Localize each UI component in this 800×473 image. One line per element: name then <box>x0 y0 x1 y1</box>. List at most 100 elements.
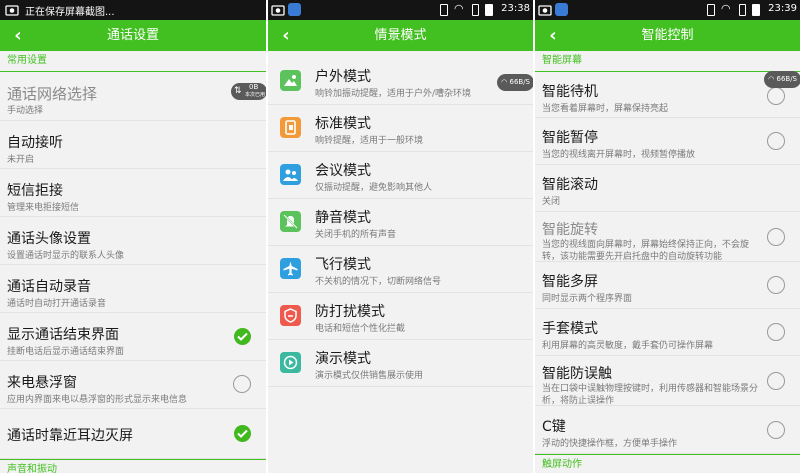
app-bar: 通话设置 ‹ <box>0 20 266 51</box>
mode-subtitle: 仅振动提醒，避免影响其他人 <box>315 183 433 193</box>
setting-row-smart-standby[interactable]: 智能待机 当您看着屏幕时，屏幕保持亮起 ◠ 66B/S <box>535 71 800 118</box>
app-notification-icon <box>555 3 568 16</box>
row-title: 自动接听 <box>7 135 63 151</box>
standard-icon <box>280 117 301 138</box>
mode-row-outdoor[interactable]: 户外模式 响铃加振动提醒，适用于户外/嘈杂环境 ◠ 66B/S <box>268 58 533 105</box>
toast-value: 66B/S <box>776 75 797 83</box>
row-title: 显示通话结束界面 <box>7 327 119 343</box>
mode-title: 户外模式 <box>315 69 371 85</box>
checkbox-checked[interactable] <box>234 328 251 345</box>
status-bar: ◠ 23:38 <box>268 0 533 20</box>
mode-title: 标准模式 <box>315 116 371 132</box>
row-subtitle: 设置通话时显示的联系人头像 <box>7 251 125 261</box>
checkbox-checked[interactable] <box>234 425 251 442</box>
mode-row-airplane[interactable]: 飞行模式 不关机的情况下，切断网络信号 <box>268 246 533 293</box>
row-subtitle-line2: 析，将防止误操作 <box>542 396 615 406</box>
row-subtitle-line2: 转，该功能需要先开启托盘中的自动旋转功能 <box>542 252 723 262</box>
setting-row-sms-reject[interactable]: 短信拒接 管理来电拒接短信 <box>0 169 266 217</box>
mode-subtitle: 响铃提醒，适用于一般环境 <box>315 136 424 146</box>
row-title: 智能暂停 <box>542 130 598 146</box>
status-time: 23:38 <box>501 3 530 14</box>
row-subtitle: 当您看着屏幕时，屏幕保持亮起 <box>542 104 669 114</box>
app-bar: 情景模式 ‹ <box>268 20 533 51</box>
scene-mode-panel: ◠ 23:38 情景模式 ‹ 户外模式 响铃加振动提醒，适用于户外/嘈杂环境 ◠… <box>268 0 533 473</box>
setting-row-smart-rotate[interactable]: 智能旋转 当您的视线面向屏幕时，屏幕始终保持正向，不会旋 转，该功能需要先开启托… <box>535 212 800 262</box>
traffic-toast: ⇅ 0B 本次已用 <box>231 83 266 100</box>
checkbox-unchecked[interactable] <box>767 87 785 105</box>
checkbox-unchecked[interactable] <box>767 276 785 294</box>
checkbox-unchecked[interactable] <box>233 375 251 393</box>
row-title: 智能多屏 <box>542 274 598 290</box>
page-title: 智能控制 <box>641 28 694 43</box>
checkbox-unchecked[interactable] <box>767 228 785 246</box>
setting-row-glove-mode[interactable]: 手套模式 利用屏幕的高灵敏度，戴手套仍可操作屏幕 <box>535 309 800 356</box>
setting-row-end-screen[interactable]: 显示通话结束界面 挂断电话后显示通话结束界面 <box>0 313 266 361</box>
row-title: 通话自动录音 <box>7 279 91 295</box>
airplane-icon <box>280 258 301 279</box>
row-title: 通话时靠近耳边灭屏 <box>7 428 133 444</box>
setting-row-auto-answer[interactable]: 自动接听 未开启 <box>0 121 266 169</box>
screenshot-stage: 正在保存屏幕截图... 通话设置 ‹ 常用设置 通话网络选择 手动选择 ⇅ 0B… <box>0 0 800 473</box>
sim-card-icon <box>739 4 746 16</box>
row-title: 短信拒接 <box>7 183 63 199</box>
toast-value: 66B/S <box>509 78 530 86</box>
battery-icon <box>485 4 493 16</box>
speed-toast: ◠ 66B/S <box>764 71 800 88</box>
mode-subtitle: 关闭手机的所有声音 <box>315 230 397 240</box>
call-settings-panel: 正在保存屏幕截图... 通话设置 ‹ 常用设置 通话网络选择 手动选择 ⇅ 0B… <box>0 0 266 473</box>
setting-row-smart-scroll[interactable]: 智能滚动 关闭 <box>535 165 800 212</box>
checkbox-unchecked[interactable] <box>767 421 785 439</box>
row-subtitle: 同时显示两个程序界面 <box>542 294 633 304</box>
screenshot-icon <box>538 5 552 16</box>
back-arrow-icon[interactable]: ‹ <box>272 20 300 51</box>
checkbox-unchecked[interactable] <box>767 323 785 341</box>
mode-title: 静音模式 <box>315 210 371 226</box>
setting-row-c-key[interactable]: C键 浮动的快捷操作框，方便单手操作 <box>535 406 800 454</box>
setting-row-network[interactable]: 通话网络选择 手动选择 ⇅ 0B 本次已用 <box>0 72 266 121</box>
setting-row-multi-screen[interactable]: 智能多屏 同时显示两个程序界面 <box>535 262 800 309</box>
app-bar: 智能控制 ‹ <box>535 20 800 51</box>
wifi-icon: ◠ <box>454 2 464 15</box>
battery-icon <box>752 4 760 16</box>
mode-subtitle: 不关机的情况下，切断网络信号 <box>315 277 442 287</box>
mode-row-meeting[interactable]: 会议模式 仅振动提醒，避免影响其他人 <box>268 152 533 199</box>
row-subtitle: 通话时自动打开通话录音 <box>7 299 107 309</box>
checkbox-unchecked[interactable] <box>767 372 785 390</box>
row-title: 手套模式 <box>542 321 598 337</box>
setting-row-smart-pause[interactable]: 智能暂停 当您的视线离开屏幕时，视频暂停播放 <box>535 118 800 165</box>
status-time: 23:39 <box>768 3 797 14</box>
back-arrow-icon[interactable]: ‹ <box>4 20 32 51</box>
setting-row-float-window[interactable]: 来电悬浮窗 应用内界面来电以悬浮窗的形式显示来电信息 <box>0 361 266 409</box>
silent-icon <box>280 211 301 232</box>
section-header-sound: 声音和振动 <box>0 459 266 473</box>
screenshot-icon <box>271 5 285 16</box>
mode-row-no-disturb[interactable]: 防打扰模式 电话和短信个性化拦截 <box>268 293 533 340</box>
row-subtitle: 手动选择 <box>7 106 44 116</box>
setting-row-anti-mistouch[interactable]: 智能防误触 当在口袋中误触物理按键时，利用传感器和智能场景分 析，将防止误操作 <box>535 356 800 406</box>
checkbox-unchecked[interactable] <box>767 132 785 150</box>
mode-row-silent[interactable]: 静音模式 关闭手机的所有声音 <box>268 199 533 246</box>
mode-title: 会议模式 <box>315 163 371 179</box>
row-subtitle: 浮动的快捷操作框，方便单手操作 <box>542 439 678 449</box>
row-subtitle: 关闭 <box>542 197 561 207</box>
setting-row-auto-record[interactable]: 通话自动录音 通话时自动打开通话录音 <box>0 265 266 313</box>
section-header-touch-action: 触屏动作 <box>535 454 800 473</box>
mode-row-standard[interactable]: 标准模式 响铃提醒，适用于一般环境 <box>268 105 533 152</box>
row-title: 智能旋转 <box>542 222 598 238</box>
row-title: 来电悬浮窗 <box>7 375 77 391</box>
wifi-icon: ◠ <box>721 2 731 15</box>
setting-row-avatar[interactable]: 通话头像设置 设置通话时显示的联系人头像 <box>0 217 266 265</box>
meeting-icon <box>280 164 301 185</box>
sim-icon <box>440 4 448 16</box>
setting-row-proximity[interactable]: 通话时靠近耳边灭屏 <box>0 409 266 459</box>
row-subtitle: 未开启 <box>7 155 35 165</box>
sim-card-icon <box>472 4 479 16</box>
screenshot-icon <box>5 5 19 16</box>
updown-arrows-icon: ⇅ <box>234 86 242 96</box>
row-subtitle: 管理来电拒接短信 <box>7 203 80 213</box>
mode-row-demo[interactable]: 演示模式 演示模式仅供销售展示使用 <box>268 340 533 387</box>
section-header-common: 常用设置 <box>0 51 266 72</box>
row-title: 通话头像设置 <box>7 231 91 247</box>
toast-label: 本次已用 <box>245 92 266 98</box>
back-arrow-icon[interactable]: ‹ <box>539 20 567 51</box>
